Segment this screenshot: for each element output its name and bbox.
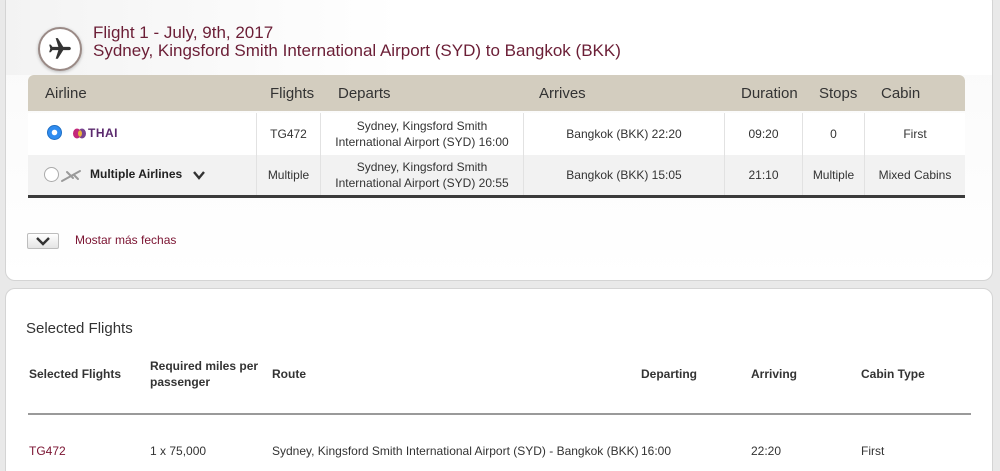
more-dates-button[interactable] [27, 233, 59, 249]
flight-radio[interactable] [44, 167, 59, 182]
arrives-cell: Bangkok (BKK) 22:20 [566, 127, 682, 141]
flight-route-title: Sydney, Kingsford Smith International Ai… [93, 41, 621, 60]
arrives-cell: Bangkok (BKK) 15:05 [566, 168, 682, 182]
duration-cell: 09:20 [748, 127, 779, 141]
flight-radio-selected[interactable] [47, 125, 62, 140]
col-stops: Stops [819, 85, 858, 102]
multiple-airlines-icon [61, 170, 81, 182]
col-flights: Flights [270, 85, 315, 102]
flight-row[interactable]: Multiple Airlines Multiple Sydney, Kings… [28, 155, 965, 198]
airline-name: THAI [88, 126, 118, 140]
header-cabin-type: Cabin Type [861, 367, 925, 381]
selected-miles: 1 x 75,000 [150, 444, 207, 458]
col-duration: Duration [741, 85, 798, 102]
header-miles-line1: Required miles per [150, 359, 259, 373]
selected-flight-link[interactable]: TG472 [29, 444, 66, 458]
flights-table-header: Airline Flights Departs Arrives Duration… [28, 75, 965, 111]
selected-cabin: First [861, 444, 885, 458]
chevron-down-icon[interactable] [192, 168, 206, 182]
col-departs: Departs [338, 85, 391, 102]
departs-line2: International Airport (SYD) 16:00 [335, 135, 509, 149]
selected-flights-title: Selected Flights [26, 320, 133, 337]
divider [28, 413, 971, 415]
flight-title: Flight 1 - July, 9th, 2017 [93, 23, 274, 42]
airline-name: Multiple Airlines [90, 167, 183, 181]
header-departing: Departing [641, 367, 698, 381]
departs-line2: International Airport (SYD) 20:55 [335, 176, 509, 190]
departs-line1: Sydney, Kingsford Smith [356, 119, 488, 133]
cabin-cell: First [903, 127, 927, 141]
departs-line1: Sydney, Kingsford Smith [356, 160, 488, 174]
header-selected-flights: Selected Flights [29, 367, 122, 381]
flight-number: TG472 [270, 127, 307, 141]
stops-cell: 0 [830, 127, 837, 141]
header-miles-line2: passenger [150, 375, 211, 389]
col-arrives: Arrives [539, 85, 586, 102]
selected-departing: 16:00 [641, 444, 672, 458]
more-dates-link[interactable]: Mostar más fechas [75, 233, 176, 247]
thai-logo-icon [73, 128, 86, 139]
stops-cell: Multiple [812, 168, 855, 182]
flight-row[interactable]: THAI TG472 Sydney, Kingsford Smith Inter… [28, 113, 965, 155]
cabin-cell: Mixed Cabins [878, 168, 952, 182]
header-arriving: Arriving [751, 367, 798, 381]
chevron-down-icon [36, 236, 50, 246]
selected-arriving: 22:20 [751, 444, 782, 458]
departs-cell: Sydney, Kingsford Smith International Ai… [321, 155, 523, 195]
selected-route: Sydney, Kingsford Smith International Ai… [272, 444, 639, 458]
header-required-miles: Required miles per passenger [150, 358, 258, 390]
flight-number: Multiple [267, 168, 310, 182]
col-airline: Airline [45, 85, 87, 102]
duration-cell: 21:10 [748, 168, 779, 182]
header-route: Route [272, 367, 306, 381]
plane-icon [38, 27, 82, 71]
col-cabin: Cabin [881, 85, 921, 102]
departs-cell: Sydney, Kingsford Smith International Ai… [321, 113, 523, 155]
